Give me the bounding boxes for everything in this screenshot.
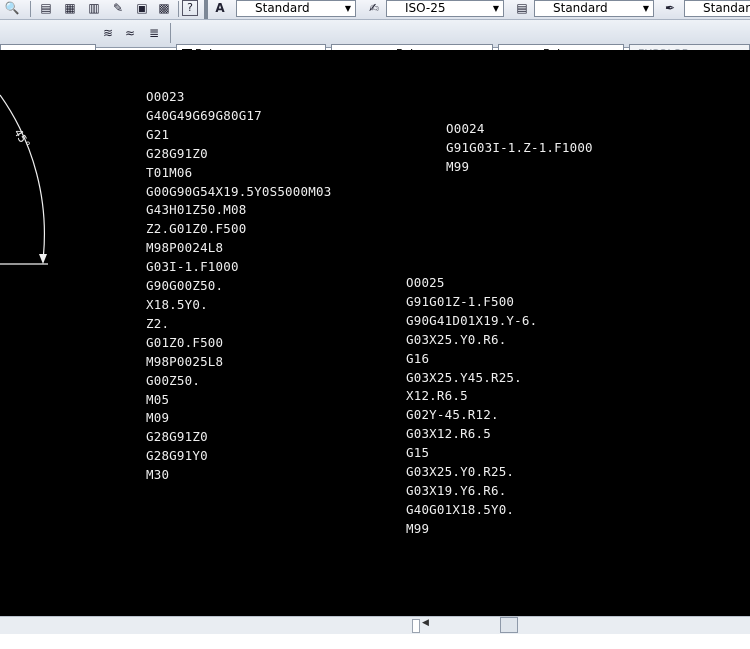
gcode-line: G28G91Z0	[146, 145, 208, 161]
gcode-line: G03I-1.F1000	[146, 259, 239, 275]
gcode-line: G03X12.R6.5	[406, 426, 491, 442]
gcode-line: G02Y-45.R12.	[406, 407, 499, 423]
calculator-icon[interactable]: ▩	[156, 0, 172, 16]
help-icon[interactable]: ?	[182, 0, 198, 16]
toolbar-separator	[170, 23, 171, 43]
program-o0025-text: O0025 G91G01Z-1.F500 G90G41D01X19.Y-6. G03X…	[406, 274, 537, 539]
gcode-line: G03X25.Y0.R6.	[406, 331, 507, 347]
gcode-line: X12.R6.5	[406, 388, 468, 404]
gcode-line: G91G03I-1.Z-1.F1000	[446, 139, 593, 155]
scrollbar-thumb[interactable]	[500, 617, 518, 633]
gcode-line: O0023	[146, 89, 185, 104]
mleader-style-icon[interactable]: ✒	[662, 0, 678, 16]
gcode-line: M98P0025L8	[146, 353, 224, 369]
program-o0024-text: O0024 G91G03I-1.Z-1.F1000 M99	[446, 120, 593, 177]
design-center-icon[interactable]: ▦	[62, 0, 78, 16]
dim-style-select[interactable]: ISO-25 ▼	[386, 0, 504, 17]
table-style-icon[interactable]: ▤	[514, 0, 530, 16]
toolbar-separator	[30, 1, 31, 17]
text-style-icon[interactable]: A	[212, 0, 228, 16]
layer-states-icon[interactable]: ≣	[146, 25, 162, 41]
gcode-line: G00Z50.	[146, 372, 201, 388]
drawing-canvas[interactable]: 45° O0023 G40G49G69G80G17 G21 G28G91Z0 T01M0…	[0, 50, 750, 616]
horizontal-scrollbar[interactable]: ◀	[0, 616, 750, 635]
gcode-line: G90G41D01X19.Y-6.	[406, 312, 538, 328]
command-line-area	[0, 634, 750, 649]
text-style-select[interactable]: Standard ▼	[236, 0, 356, 17]
chevron-down-icon: ▼	[344, 4, 352, 13]
gcode-line: G00G90G54X19.5Y0S5000M03	[146, 183, 332, 199]
make-object-layer-current-icon[interactable]: ≋	[100, 25, 116, 41]
toolbar-grip	[204, 0, 208, 19]
angular-dimension-graphic	[0, 94, 48, 265]
gcode-line: G21	[146, 126, 170, 142]
gcode-line: G28G91Z0	[146, 429, 208, 445]
dim-style-icon[interactable]: ✍	[366, 0, 382, 16]
gcode-line: M30	[146, 467, 170, 483]
markup-icon[interactable]: ▣	[134, 0, 150, 16]
gcode-line: M05	[146, 391, 170, 407]
layer-previous-icon[interactable]: ≈	[122, 25, 138, 41]
gcode-line: G15	[406, 445, 430, 461]
gcode-line: G90G00Z50.	[146, 278, 224, 294]
gcode-line: G40G49G69G80G17	[146, 107, 262, 123]
gcode-line: G03X19.Y6.R6.	[406, 482, 507, 498]
gcode-line: M98P0024L8	[146, 240, 224, 256]
gcode-line: G03X25.Y0.R25.	[406, 464, 515, 480]
chevron-down-icon: ▼	[642, 4, 650, 13]
mleader-style-select[interactable]: Standard	[684, 0, 750, 17]
chevron-down-icon: ▼	[492, 4, 500, 13]
gcode-line: G16	[406, 350, 430, 366]
gcode-line: G01Z0.F500	[146, 334, 224, 350]
gcode-line: X18.5Y0.	[146, 296, 208, 312]
gcode-line: O0024	[446, 121, 485, 136]
program-o0023-text: O0023 G40G49G69G80G17 G21 G28G91Z0 T01M06 G00…	[146, 88, 331, 485]
gcode-line: G43H01Z50.M08	[146, 202, 247, 218]
gcode-line: Z2.	[146, 315, 170, 331]
properties-toolbar: ▼ ≋ ≈ ≣ ByLayer▼ ByLayer▼ ByLayer▼ BYCOL…	[0, 20, 750, 63]
styles-toolbar: 🔍 ▤ ▦ ▥ ✎ ▣ ▩ ? A Standard ▼ ✍ ISO-25 ▼ ▤ …	[0, 0, 750, 20]
gcode-line: Z2.G01Z0.F500	[146, 221, 247, 237]
zoom-previous-icon[interactable]: 🔍	[4, 0, 20, 16]
gcode-line: M99	[406, 520, 430, 536]
gcode-line: G40G01X18.5Y0.	[406, 501, 515, 517]
gcode-line: M09	[146, 410, 170, 426]
scroll-left-icon[interactable]: ◀	[422, 618, 429, 628]
gcode-line: G91G01Z-1.F500	[406, 293, 515, 309]
properties-icon[interactable]: ▤	[38, 0, 54, 16]
table-style-select[interactable]: Standard ▼	[534, 0, 654, 17]
gcode-line: G03X25.Y45.R25.	[406, 369, 522, 385]
toolbar-separator	[178, 1, 179, 17]
tool-palette-icon[interactable]: ▥	[86, 0, 102, 16]
gcode-line: M99	[446, 158, 470, 174]
gcode-line: G28G91Y0	[146, 448, 208, 464]
gcode-line: T01M06	[146, 164, 193, 180]
sheet-set-icon[interactable]: ✎	[110, 0, 126, 16]
layout-tab-divider[interactable]	[412, 619, 420, 633]
gcode-line: O0025	[406, 275, 445, 290]
